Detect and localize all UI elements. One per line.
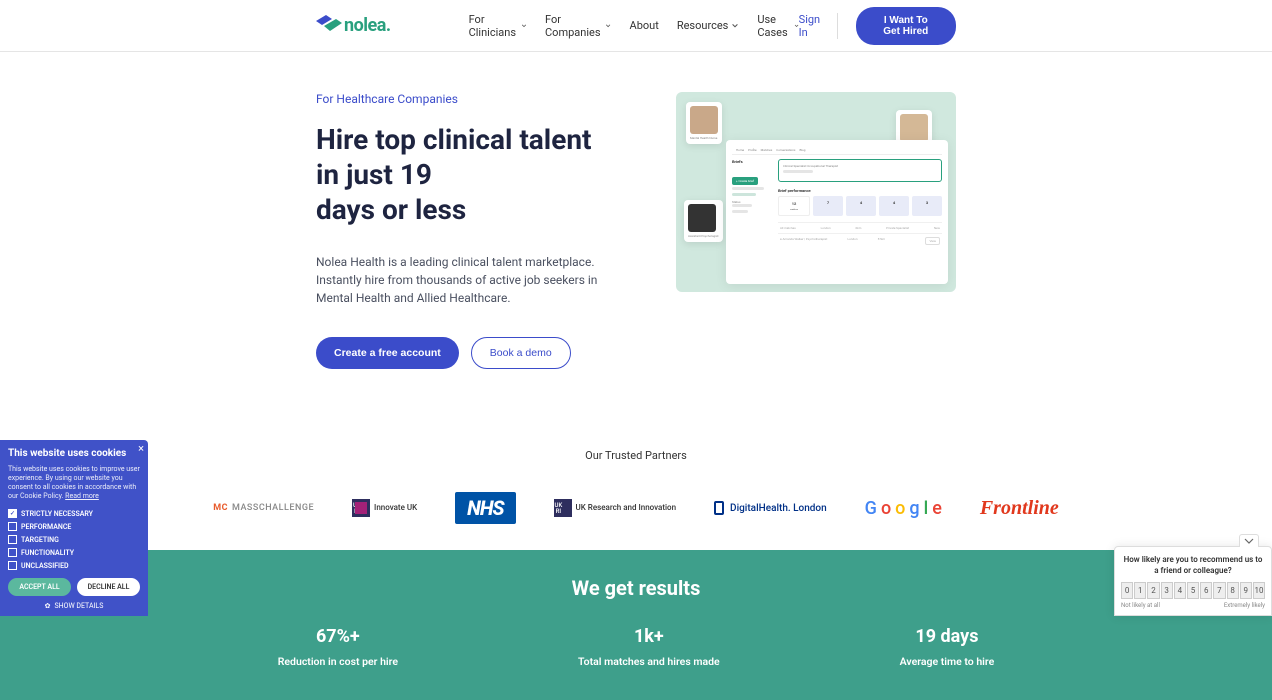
- nps-question: How likely are you to recommend us to a …: [1121, 555, 1265, 576]
- close-icon[interactable]: ×: [138, 442, 144, 455]
- nps-score-6[interactable]: 6: [1200, 582, 1212, 599]
- nav-for-companies[interactable]: For Companies: [545, 13, 612, 39]
- hero-title: Hire top clinical talent in just 19days …: [316, 122, 606, 227]
- nps-score-8[interactable]: 8: [1227, 582, 1239, 599]
- hero-eyebrow: For Healthcare Companies: [316, 92, 606, 106]
- hero-description: Nolea Health is a leading clinical talen…: [316, 253, 606, 307]
- cookie-readmore-link[interactable]: Read more: [65, 492, 99, 500]
- chevron-down-icon: [521, 22, 527, 30]
- nps-collapse-button[interactable]: [1239, 534, 1259, 547]
- get-hired-button[interactable]: I Want To Get Hired: [856, 7, 956, 45]
- decline-all-button[interactable]: DECLINE ALL: [77, 578, 140, 596]
- nps-high-label: Extremely likely: [1224, 602, 1265, 609]
- result-label: Reduction in cost per hire: [278, 655, 398, 668]
- result-time: 19 days Average time to hire: [900, 626, 995, 668]
- gear-icon: ✿: [45, 602, 51, 610]
- nps-score-4[interactable]: 4: [1174, 582, 1186, 599]
- avatar-card: Assistant Psychologist: [684, 200, 723, 242]
- logo-text: nolea.: [344, 15, 391, 36]
- partners-section: Our Trusted Partners MC MASSCHALLENGE UK…: [0, 419, 1272, 550]
- nps-widget: How likely are you to recommend us to a …: [1114, 546, 1272, 616]
- book-demo-button[interactable]: Book a demo: [471, 337, 571, 369]
- partner-digitalhealth: DigitalHealth. London: [714, 501, 827, 515]
- chevron-down-icon: [605, 22, 611, 30]
- result-label: Total matches and hires made: [578, 655, 720, 668]
- partner-masschallenge: MC MASSCHALLENGE: [213, 503, 314, 513]
- partner-innovate-uk: UKRIInnovate UK: [352, 499, 417, 517]
- result-value: 19 days: [900, 626, 995, 647]
- signin-link[interactable]: Sign In: [799, 13, 838, 39]
- cookie-title: This website uses cookies: [8, 448, 140, 459]
- create-account-button[interactable]: Create a free account: [316, 337, 459, 369]
- cookie-cat-functionality: FUNCTIONALITY: [8, 548, 140, 557]
- result-label: Average time to hire: [900, 655, 995, 668]
- cookie-banner: × This website uses cookies This website…: [0, 440, 148, 616]
- nps-score-9[interactable]: 9: [1240, 582, 1252, 599]
- cookie-description: This website uses cookies to improve use…: [8, 465, 140, 501]
- nav-for-clinicians[interactable]: For Clinicians: [469, 13, 527, 39]
- dashboard-mockup: HomeProfileMatchesConversationsBlog Brie…: [726, 140, 948, 284]
- partner-ukri: UKRIUK Research and Innovation: [554, 499, 677, 517]
- nps-score-10[interactable]: 10: [1253, 582, 1265, 599]
- result-value: 67%+: [278, 626, 398, 647]
- nps-score-0[interactable]: 0: [1121, 582, 1133, 599]
- partner-frontline: Frontline: [980, 497, 1059, 520]
- nps-score-2[interactable]: 2: [1147, 582, 1159, 599]
- cookie-cat-performance: PERFORMANCE: [8, 522, 140, 531]
- logo[interactable]: nolea.: [316, 15, 391, 37]
- site-header: nolea. For Clinicians For Companies Abou…: [0, 0, 1272, 52]
- main-nav: For Clinicians For Companies About Resou…: [469, 13, 799, 39]
- chevron-down-icon: [1244, 538, 1254, 544]
- cookie-cat-necessary: ✓STRICTLY NECESSARY: [8, 509, 140, 518]
- nps-low-label: Not likely at all: [1121, 602, 1160, 609]
- result-cost: 67%+ Reduction in cost per hire: [278, 626, 398, 668]
- accept-all-button[interactable]: ACCEPT ALL: [8, 578, 71, 596]
- partners-title: Our Trusted Partners: [0, 449, 1272, 462]
- partner-google: Google: [865, 498, 942, 519]
- checkbox-icon[interactable]: [8, 561, 17, 570]
- checkbox-icon[interactable]: [8, 522, 17, 531]
- nav-about[interactable]: About: [630, 13, 659, 39]
- hero-illustration: Mental Health Nurse Clinical Psychologis…: [676, 92, 956, 292]
- nps-score-5[interactable]: 5: [1187, 582, 1199, 599]
- nps-score-3[interactable]: 3: [1161, 582, 1173, 599]
- results-section: We get results 67%+ Reduction in cost pe…: [0, 550, 1272, 700]
- nav-resources[interactable]: Resources: [677, 13, 740, 39]
- hero-section: For Healthcare Companies Hire top clinic…: [0, 52, 1272, 419]
- results-title: We get results: [0, 576, 1272, 600]
- checkbox-icon[interactable]: ✓: [8, 509, 17, 518]
- cookie-cat-unclassified: UNCLASSIFIED: [8, 561, 140, 570]
- checkbox-icon[interactable]: [8, 548, 17, 557]
- avatar-card: Mental Health Nurse: [686, 102, 722, 144]
- nav-use-cases[interactable]: Use Cases: [757, 13, 798, 39]
- chevron-down-icon: [731, 22, 739, 30]
- show-details-button[interactable]: ✿SHOW DETAILS: [8, 602, 140, 610]
- checkbox-icon[interactable]: [8, 535, 17, 544]
- cookie-cat-targeting: TARGETING: [8, 535, 140, 544]
- nps-scale: 0 1 2 3 4 5 6 7 8 9 10: [1121, 582, 1265, 599]
- result-matches: 1k+ Total matches and hires made: [578, 626, 720, 668]
- nps-score-1[interactable]: 1: [1134, 582, 1146, 599]
- logo-mark-icon: [316, 15, 342, 37]
- result-value: 1k+: [578, 626, 720, 647]
- partner-nhs: NHS: [455, 492, 515, 524]
- nps-score-7[interactable]: 7: [1213, 582, 1225, 599]
